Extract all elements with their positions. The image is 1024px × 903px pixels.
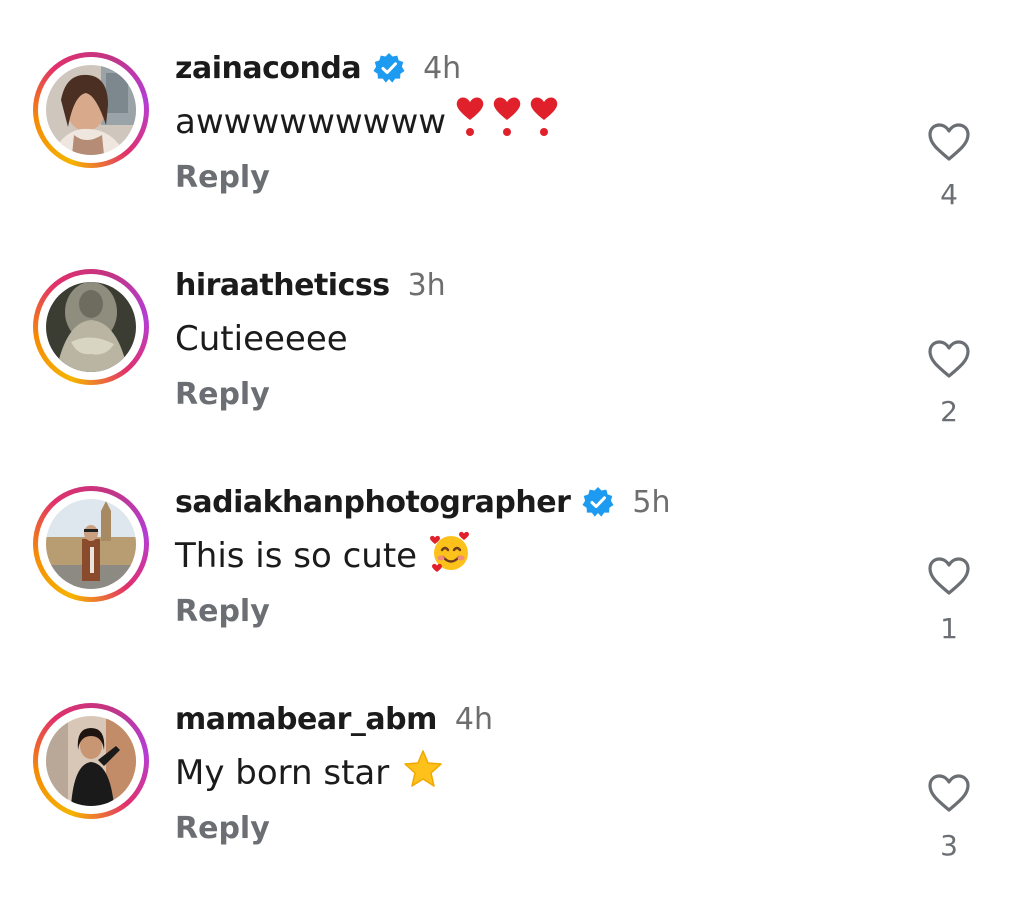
comment-text-line: Cutieeeee [175,317,348,361]
avatar-photo [46,716,136,806]
comment-item: hiraatheticss 3h Cutieeeee Reply 2 [0,259,1024,469]
avatar-photo [46,65,136,155]
comment-item: mamabear_abm 4h My born star Reply 3 [0,693,1024,903]
like-count: 2 [940,395,958,428]
like-count: 4 [940,178,958,211]
avatar[interactable] [33,269,149,385]
comment-text-line: awwwwwwwww [175,97,562,144]
heart-exclamation-emoji-icon [452,96,562,149]
comment-item: sadiakhanphotographer 5h This is so cute [0,476,1024,686]
comment-text: Cutieeeee [175,319,348,359]
smiling-face-with-hearts-emoji-icon [429,530,473,583]
reply-button[interactable]: Reply [175,377,270,412]
comment-text: My born star [175,753,390,793]
comment-username[interactable]: sadiakhanphotographer [175,485,571,520]
reply-button[interactable]: Reply [175,811,270,846]
avatar[interactable] [33,703,149,819]
comment-text: awwwwwwwww [175,102,447,142]
like-heart-icon[interactable] [927,339,971,379]
reply-button[interactable]: Reply [175,160,270,195]
comment-item: zainaconda 4h awwwwwwwww Reply 4 [0,42,1024,252]
comment-time: 5h [632,484,671,520]
comment-text-line: This is so cute [175,531,473,578]
comment-time: 3h [407,267,446,303]
verified-badge-icon [373,52,405,84]
comment-time: 4h [454,701,493,737]
avatar-photo [46,499,136,589]
comment-time: 4h [423,50,462,86]
avatar[interactable] [33,486,149,602]
like-heart-icon[interactable] [927,122,971,162]
comment-text: This is so cute [175,536,418,576]
comment-username[interactable]: zainaconda [175,51,362,86]
like-count: 1 [940,612,958,645]
star-emoji-icon [403,749,443,798]
reply-button[interactable]: Reply [175,594,270,629]
avatar-photo [46,282,136,372]
comment-username[interactable]: hiraatheticss [175,268,390,303]
like-heart-icon[interactable] [927,556,971,596]
comment-text-line: My born star [175,749,443,798]
comment-username[interactable]: mamabear_abm [175,702,437,737]
verified-badge-icon [582,486,614,518]
avatar[interactable] [33,52,149,168]
like-count: 3 [940,829,958,862]
like-heart-icon[interactable] [927,773,971,813]
